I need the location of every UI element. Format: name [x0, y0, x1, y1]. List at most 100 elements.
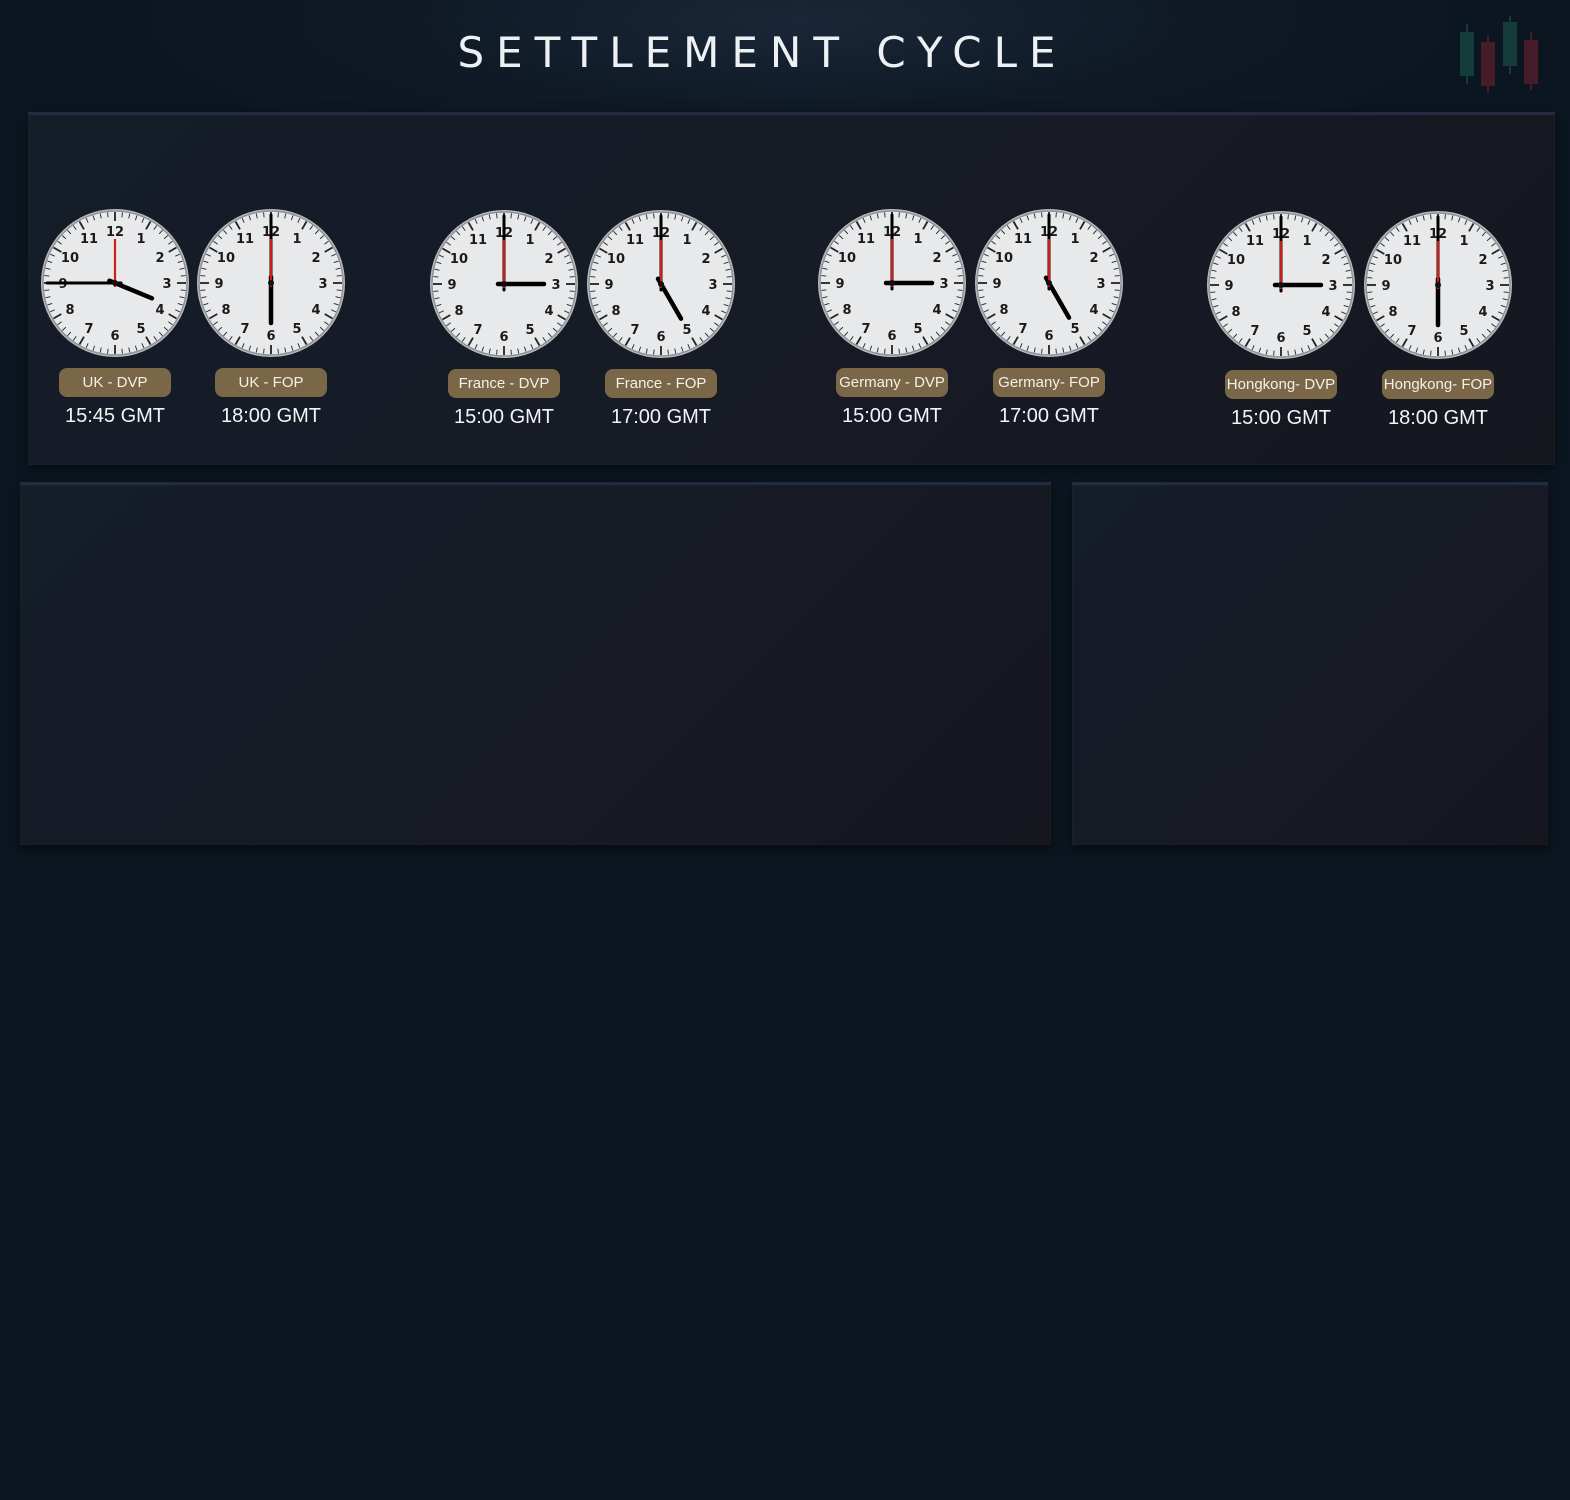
page-title: SETTLEMENT CYCLE	[457, 28, 1068, 77]
clock-numeral: 7	[1018, 322, 1027, 337]
clock-numeral: 3	[939, 277, 948, 292]
clock-numeral: 1	[913, 232, 922, 247]
clock-numeral: 7	[1250, 324, 1259, 339]
market-label: UK - FOP	[215, 368, 327, 397]
settlement-time: 15:00 GMT	[841, 405, 943, 427]
analog-clock-icon: 123456789101112	[40, 208, 190, 358]
clock-numeral: 11	[1246, 234, 1264, 249]
clock-numeral: 11	[80, 232, 98, 247]
clock-numeral: 6	[110, 329, 119, 344]
clock-numeral: 8	[999, 303, 1008, 318]
clock-numeral: 2	[1322, 253, 1331, 268]
settlement-time: 15:45 GMT	[64, 405, 166, 427]
clock-uk-fop: 123456789101112 UK - FOP 18:00 GMT	[193, 208, 349, 448]
market-label: France - DVP	[448, 369, 560, 398]
clock-numeral: 12	[106, 225, 124, 240]
clock-numeral: 7	[861, 322, 870, 337]
settlement-time: 18:00 GMT	[1387, 407, 1489, 429]
clock-numeral: 4	[1090, 303, 1099, 318]
clock-numeral: 7	[84, 322, 93, 337]
clock-numeral: 2	[312, 251, 321, 266]
clock-numeral: 1	[1070, 232, 1079, 247]
clock-numeral: 9	[604, 278, 613, 293]
clock-numeral: 4	[1322, 305, 1331, 320]
analog-clock-icon: 123456789101112	[974, 208, 1124, 358]
clock-france-dvp: 123456789101112 France - DVP 15:00 GMT	[426, 209, 582, 449]
clock-france-fop: 123456789101112 France - FOP 17:00 GMT	[583, 209, 739, 449]
clock-numeral: 11	[1403, 234, 1421, 249]
settlement-time: 17:00 GMT	[998, 405, 1100, 427]
market-label: Hongkong- FOP	[1382, 370, 1494, 399]
market-label: Germany- FOP	[993, 368, 1105, 397]
clock-numeral: 6	[1044, 329, 1053, 344]
clock-numeral: 1	[525, 233, 534, 248]
clock-numeral: 8	[454, 304, 463, 319]
candlestick-chart-icon	[1460, 16, 1538, 92]
clock-numeral: 10	[995, 251, 1013, 266]
analog-clock-icon: 123456789101112	[429, 209, 579, 359]
clock-numeral: 8	[65, 303, 74, 318]
clock-uk-dvp: 123456789101112 UK - DVP 15:45 GMT	[37, 208, 193, 448]
clock-numeral: 1	[136, 232, 145, 247]
clock-numeral: 3	[1328, 279, 1337, 294]
clock-numeral: 8	[842, 303, 851, 318]
market-label: UK - DVP	[59, 368, 171, 397]
clock-numeral: 4	[312, 303, 321, 318]
clock-numeral: 5	[292, 322, 301, 337]
clock-numeral: 4	[933, 303, 942, 318]
clock-numeral: 2	[702, 252, 711, 267]
clock-numeral: 8	[1388, 305, 1397, 320]
clock-numeral: 4	[545, 304, 554, 319]
clock-numeral: 3	[551, 278, 560, 293]
settlement-time: 17:00 GMT	[610, 406, 712, 428]
clock-numeral: 2	[545, 252, 554, 267]
clock-numeral: 2	[933, 251, 942, 266]
clock-numeral: 10	[1384, 253, 1402, 268]
clock-numeral: 8	[611, 304, 620, 319]
clock-numeral: 3	[1485, 279, 1494, 294]
clock-numeral: 6	[1276, 331, 1285, 346]
clock-numeral: 5	[1070, 322, 1079, 337]
clock-numeral: 5	[525, 323, 534, 338]
clock-numeral: 5	[136, 322, 145, 337]
clock-numeral: 11	[626, 233, 644, 248]
settlement-time: 15:00 GMT	[1230, 407, 1332, 429]
analog-clock-icon: 123456789101112	[586, 209, 736, 359]
clock-numeral: 6	[1433, 331, 1442, 346]
settlement-clocks-panel: 123456789101112 UK - DVP 15:45 GMT 12345…	[28, 112, 1555, 465]
clock-numeral: 4	[156, 303, 165, 318]
clock-numeral: 9	[1224, 279, 1233, 294]
clock-numeral: 10	[838, 251, 856, 266]
clock-numeral: 6	[887, 329, 896, 344]
clock-germany-dvp: 123456789101112 Germany - DVP 15:00 GMT	[814, 208, 970, 448]
clock-numeral: 8	[1231, 305, 1240, 320]
clock-numeral: 7	[630, 323, 639, 338]
clock-numeral: 8	[221, 303, 230, 318]
market-label: Hongkong- DVP	[1225, 370, 1337, 399]
clock-numeral: 7	[473, 323, 482, 338]
settlement-time: 18:00 GMT	[220, 405, 322, 427]
clock-numeral: 10	[450, 252, 468, 267]
clock-numeral: 7	[1407, 324, 1416, 339]
clock-hongkong-fop: 123456789101112 Hongkong- FOP 18:00 GMT	[1360, 210, 1516, 450]
clock-numeral: 1	[1459, 234, 1468, 249]
analog-clock-icon: 123456789101112	[817, 208, 967, 358]
clock-numeral: 1	[292, 232, 301, 247]
analog-clock-icon: 123456789101112	[196, 208, 346, 358]
clock-numeral: 3	[318, 277, 327, 292]
clock-hongkong-dvp: 123456789101112 Hongkong- DVP 15:00 GMT	[1203, 210, 1359, 450]
clock-numeral: 1	[1302, 234, 1311, 249]
clock-numeral: 2	[156, 251, 165, 266]
clock-numeral: 10	[217, 251, 235, 266]
clock-numeral: 3	[708, 278, 717, 293]
clock-numeral: 4	[702, 304, 711, 319]
clock-numeral: 5	[682, 323, 691, 338]
analog-clock-icon: 123456789101112	[1363, 210, 1513, 360]
market-label: France - FOP	[605, 369, 717, 398]
clock-numeral: 9	[992, 277, 1001, 292]
clock-numeral: 11	[1014, 232, 1032, 247]
clock-numeral: 9	[214, 277, 223, 292]
clock-numeral: 6	[656, 330, 665, 345]
clock-numeral: 6	[266, 329, 275, 344]
clock-numeral: 11	[469, 233, 487, 248]
